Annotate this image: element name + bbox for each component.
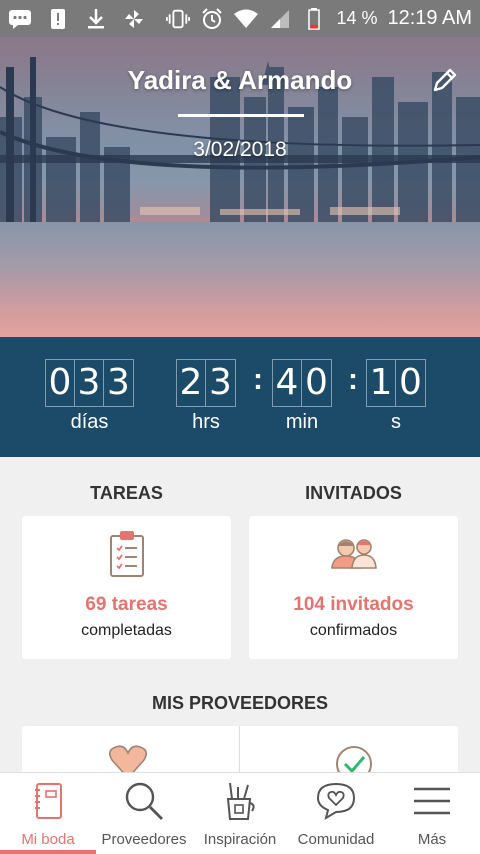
tasks-sub: completadas [81,622,172,639]
couple-names: Yadira & Armando [127,65,353,95]
nav-label: Inspiración [203,831,277,848]
nav-mas[interactable]: Más [384,773,480,854]
tasks-card[interactable]: 69 tareas completadas [22,516,231,659]
active-indicator [0,850,96,854]
hours-digits: 2 3 [176,359,236,407]
separator: : [348,363,358,396]
seconds-digits: 1 0 [366,359,426,407]
digit: 0 [399,362,422,403]
pencil-cup-icon [226,782,255,820]
clipboard-icon [109,531,144,577]
digit: 2 [177,360,206,406]
clock: 12:19 AM [387,7,472,29]
guests-title: INVITADOS [305,483,402,503]
digit: 3 [107,362,130,403]
notebook-icon [35,783,62,819]
seconds-label: s [391,411,401,433]
nav-mi-boda[interactable]: Mi boda [0,773,96,854]
bottom-nav: Mi boda Proveedores Inspiración Comunida… [0,772,480,854]
hours-label: hrs [192,411,220,433]
alarm-icon [200,7,224,30]
minutes-digits: 4 0 [272,359,332,407]
wedding-date: 3/02/2018 [193,138,287,161]
pinwheel-icon [122,8,146,30]
edit-button[interactable] [430,65,460,95]
providers-title: MIS PROVEEDORES [151,693,329,713]
nav-proveedores[interactable]: Proveedores [96,773,192,854]
guests-sub: confirmados [309,622,398,639]
nav-label: Más [417,831,447,848]
battery-icon [302,7,326,30]
status-bar: 14 % 12:19 AM [0,0,480,37]
days-digits: 0 3 3 [45,359,134,407]
minutes-label: min [285,411,319,433]
guests-card[interactable]: 104 invitados confirmados [249,516,458,659]
signal-icon [268,8,292,30]
digit: 3 [209,362,232,403]
download-icon [84,8,108,30]
digit: 3 [75,360,104,406]
separator: : [253,363,263,396]
digit: 1 [367,360,396,406]
nav-comunidad[interactable]: Comunidad [288,773,384,854]
guests-count: 104 invitados [293,594,414,615]
vibrate-icon [166,8,191,30]
days-label: días [70,411,109,433]
message-icon [8,8,32,30]
alert-icon [46,8,70,30]
search-icon [125,782,163,820]
digit: 0 [46,360,75,406]
chat-heart-icon [316,782,356,820]
couple-icon [330,539,377,569]
hero-water [0,222,480,337]
battery-percent: 14 % [336,8,378,28]
nav-label: Proveedores [101,831,187,848]
menu-icon [414,787,450,815]
tasks-count: 69 tareas [85,594,168,615]
nav-inspiracion[interactable]: Inspiración [192,773,288,854]
digit: 0 [305,362,328,403]
hero-banner: Yadira & Armando 3/02/2018 [0,37,480,337]
title-underline [178,114,304,117]
nav-label: Comunidad [297,831,375,848]
tasks-title: TAREAS [90,483,163,503]
countdown: 0 3 3 2 3 : 4 0 : 1 0 días hrs min s [0,337,480,457]
digit: 4 [273,360,302,406]
wifi-icon [234,8,259,30]
pencil-icon [433,68,457,92]
nav-label: Mi boda [21,831,75,848]
